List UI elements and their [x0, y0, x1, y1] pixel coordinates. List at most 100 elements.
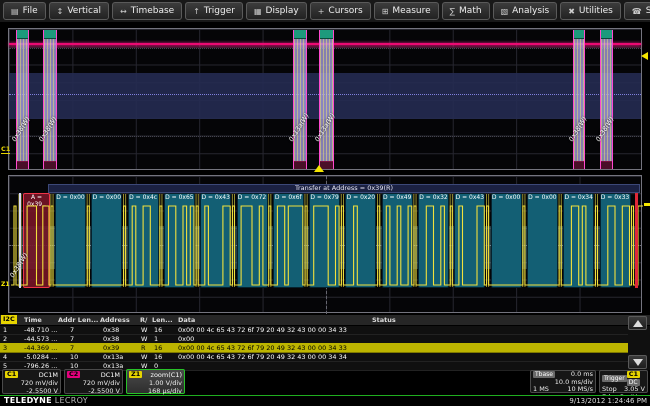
scroll-down-button[interactable]: [628, 355, 647, 369]
table-cell: 2: [3, 335, 7, 343]
column-header[interactable]: Len...: [152, 316, 173, 324]
zoom-waveform-grid[interactable]: Transfer at Address = 0x39(R) A = 0x39..…: [8, 175, 642, 313]
cursors-icon: +: [318, 7, 325, 16]
scroll-up-button[interactable]: [628, 316, 647, 330]
menu-item-label: Trigger: [204, 6, 235, 16]
menu-item-timebase[interactable]: ↔Timebase: [112, 2, 182, 20]
menu-item-label: Vertical: [67, 6, 101, 16]
z1-descriptor[interactable]: Z1 zoom(C1) 1.00 V/div 168 µs/div: [126, 369, 185, 394]
trigger-arrow-icon: ↑: [193, 7, 200, 16]
c1-ground-marker[interactable]: C1: [1, 146, 10, 154]
table-cell: W: [141, 335, 147, 343]
down-triangle-icon: [633, 359, 643, 366]
table-cell: 1: [154, 335, 158, 343]
table-cell: 0x39: [103, 344, 119, 352]
menu-item-analysis[interactable]: ▧Analysis: [493, 2, 558, 20]
c2-scale: 720 mV/div: [67, 379, 120, 387]
table-cell: -44.573 ...: [24, 335, 57, 343]
menu-bar: ▤File↕Vertical↔Timebase↑Trigger▦Display+…: [0, 0, 650, 22]
table-cell: 0x00 00 4c 65 43 72 6f 79 20 49 32 43 00…: [178, 344, 347, 352]
c1-zoom-waveform: [9, 176, 643, 314]
i2c-burst: 0x38(W): [16, 30, 29, 169]
zoom-level-marker: [644, 203, 650, 206]
z1-scale: 1.00 V/div: [129, 379, 182, 387]
measure-icon: ⊞: [382, 7, 389, 16]
c2-coupling: DC1M: [101, 371, 120, 379]
c1-chip: C1: [5, 371, 18, 378]
i2c-decode-table: I2C Time Addr Len...Address R/Len... Data St…: [0, 315, 650, 370]
c1-offset: -2.5500 V: [5, 387, 58, 395]
trigger-level-marker[interactable]: [641, 52, 648, 60]
c1-descriptor[interactable]: C1 DC1M 720 mV/div -2.5500 V: [2, 369, 61, 394]
table-cell: 0x00 00 4c 65 43 72 6f 79 20 49 32 43 00…: [178, 326, 347, 334]
i2c-stop-condition: [635, 193, 638, 288]
table-cell: -48.710 ...: [24, 326, 57, 334]
burst-address-label: 0x38(W): [594, 115, 615, 143]
menu-item-vertical[interactable]: ↕Vertical: [49, 2, 109, 20]
column-header[interactable]: Status: [372, 316, 396, 324]
column-header[interactable]: Addr Len...: [58, 316, 98, 324]
table-cell: -5.0284 ...: [24, 353, 57, 361]
trigger-descriptor[interactable]: Trigger C1 DC Stop 3.05 V Edge Positive: [599, 370, 648, 393]
brand-logo: TELEDYNE LECROY: [4, 396, 88, 405]
menu-item-display[interactable]: ▦Display: [246, 2, 307, 20]
burst-address-label: 0x38(W): [37, 115, 58, 143]
menu-item-label: Display: [266, 6, 299, 16]
menu-item-trigger[interactable]: ↑ Trigger: [185, 2, 243, 20]
c2-descriptor[interactable]: C2 DC1M 720 mV/div -2.5500 V: [64, 369, 123, 394]
burst-cap: [17, 161, 28, 169]
burst-cap: [294, 161, 306, 169]
i2c-burst: 0x13a(W): [293, 30, 307, 169]
menu-item-label: Cursors: [328, 6, 362, 16]
menu-item-math[interactable]: ∑Math: [442, 2, 490, 20]
utilities-icon: ✖: [568, 7, 575, 16]
i2c-burst: 0x38(W): [573, 30, 585, 169]
column-header[interactable]: Data: [178, 316, 195, 324]
table-cell: 16: [154, 326, 162, 334]
column-header[interactable]: Address: [100, 316, 130, 324]
file-icon: ▤: [11, 7, 19, 16]
table-cell: 0x13a: [103, 353, 123, 361]
table-cell: 0x38: [103, 326, 119, 334]
timebase-descriptor[interactable]: Tbase 0.0 ms 10.0 ms/div 1 MS 10 MS/s: [530, 370, 596, 393]
menu-item-label: Support: [646, 6, 650, 16]
menu-item-utilities[interactable]: ✖ Utilities: [560, 2, 621, 20]
table-cell: R: [141, 344, 146, 352]
c2-chip: C2: [67, 371, 80, 378]
burst-cap: [574, 161, 584, 169]
trigger-position-marker[interactable]: [314, 165, 324, 172]
table-cell: W: [141, 353, 147, 361]
menu-item-measure[interactable]: ⊞Measure: [374, 2, 439, 20]
menu-item-label: Analysis: [512, 6, 549, 16]
c2-offset: -2.5500 V: [67, 387, 120, 395]
menu-item-label: File: [23, 6, 38, 16]
menu-item-label: Utilities: [579, 6, 613, 16]
menu-item-cursors[interactable]: +Cursors: [310, 2, 371, 20]
menu-item-label: Measure: [392, 6, 430, 16]
up-triangle-icon: [633, 320, 643, 327]
i2c-burst: 0x38(W): [43, 30, 57, 169]
analysis-icon: ▧: [501, 7, 509, 16]
menu-item-support[interactable]: ☎Support: [624, 2, 650, 20]
table-cell: 1: [3, 326, 7, 334]
z1-title: zoom(C1): [151, 371, 182, 379]
menu-item-file[interactable]: ▤ File: [3, 2, 46, 20]
burst-cap: [320, 30, 333, 39]
datetime-stamp: 9/13/2012 1:24:46 PM: [569, 397, 647, 405]
table-cell: W: [141, 326, 147, 334]
menu-item-label: Math: [459, 6, 482, 16]
main-waveform-grid[interactable]: 0x38(W)0x38(W)0x13a(W)0x13a(W)0x38(W)0x3…: [8, 28, 642, 170]
table-cell: 10: [70, 353, 78, 361]
table-cell: 0x38: [103, 335, 119, 343]
table-scrollbar[interactable]: [628, 316, 647, 369]
trigger-source-chip: C1: [627, 371, 640, 378]
table-cell: 7: [70, 344, 74, 352]
column-header[interactable]: R/: [140, 316, 147, 324]
burst-cap: [601, 161, 612, 169]
i2c-start-condition: [19, 193, 21, 288]
burst-cap: [44, 30, 56, 39]
column-header[interactable]: Time: [24, 316, 42, 324]
bus-chip[interactable]: I2C: [1, 315, 17, 324]
burst-address-label: 0x38(W): [567, 115, 588, 143]
i2c-burst: 0x13a(W): [319, 30, 334, 169]
